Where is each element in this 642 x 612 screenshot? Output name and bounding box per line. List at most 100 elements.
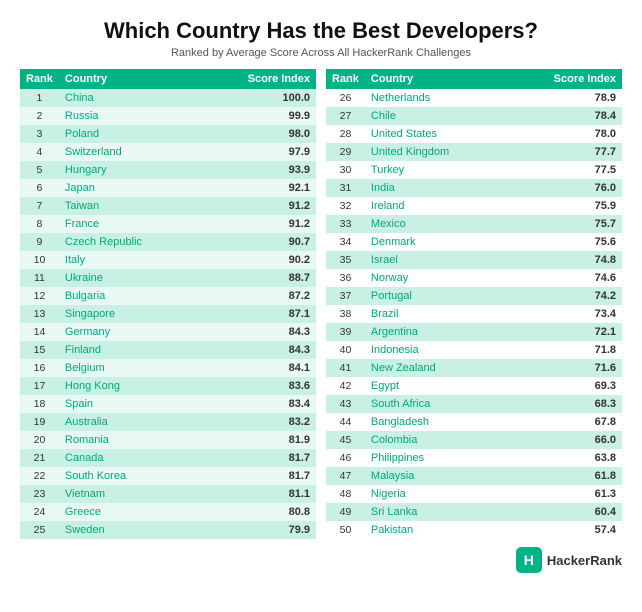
table-row: 48Nigeria61.3	[326, 485, 622, 503]
table-row: 38Brazil73.4	[326, 305, 622, 323]
rank-cell: 43	[326, 395, 365, 413]
tables-container: Rank Country Score Index 1China100.02Rus…	[20, 69, 622, 539]
rank-cell: 2	[20, 107, 59, 125]
score-cell: 74.2	[506, 287, 622, 305]
table-row: 27Chile78.4	[326, 107, 622, 125]
score-cell: 88.7	[199, 269, 316, 287]
table-row: 2Russia99.9	[20, 107, 316, 125]
country-cell: Colombia	[365, 431, 506, 449]
table-row: 31India76.0	[326, 179, 622, 197]
score-cell: 66.0	[506, 431, 622, 449]
rank-cell: 29	[326, 143, 365, 161]
score-cell: 77.7	[506, 143, 622, 161]
rank-cell: 46	[326, 449, 365, 467]
rank-cell: 18	[20, 395, 59, 413]
right-header-country: Country	[365, 69, 506, 89]
rank-cell: 3	[20, 125, 59, 143]
table-row: 10Italy90.2	[20, 251, 316, 269]
score-cell: 75.6	[506, 233, 622, 251]
score-cell: 78.4	[506, 107, 622, 125]
rank-cell: 8	[20, 215, 59, 233]
table-row: 24Greece80.8	[20, 503, 316, 521]
table-row: 1China100.0	[20, 89, 316, 107]
country-cell: South Africa	[365, 395, 506, 413]
rank-cell: 33	[326, 215, 365, 233]
rank-cell: 39	[326, 323, 365, 341]
rank-cell: 40	[326, 341, 365, 359]
score-cell: 60.4	[506, 503, 622, 521]
score-cell: 84.3	[199, 323, 316, 341]
table-row: 8France91.2	[20, 215, 316, 233]
score-cell: 100.0	[199, 89, 316, 107]
country-cell: India	[365, 179, 506, 197]
country-cell: Greece	[59, 503, 199, 521]
rank-cell: 21	[20, 449, 59, 467]
score-cell: 81.1	[199, 485, 316, 503]
score-cell: 84.3	[199, 341, 316, 359]
rank-cell: 24	[20, 503, 59, 521]
rank-cell: 14	[20, 323, 59, 341]
country-cell: Argentina	[365, 323, 506, 341]
rank-cell: 31	[326, 179, 365, 197]
rank-cell: 34	[326, 233, 365, 251]
table-row: 40Indonesia71.8	[326, 341, 622, 359]
score-cell: 75.7	[506, 215, 622, 233]
table-row: 12Bulgaria87.2	[20, 287, 316, 305]
score-cell: 61.8	[506, 467, 622, 485]
country-cell: United States	[365, 125, 506, 143]
rank-cell: 49	[326, 503, 365, 521]
score-cell: 83.6	[199, 377, 316, 395]
score-cell: 73.4	[506, 305, 622, 323]
rank-cell: 37	[326, 287, 365, 305]
score-cell: 71.8	[506, 341, 622, 359]
table-row: 44Bangladesh67.8	[326, 413, 622, 431]
score-cell: 74.8	[506, 251, 622, 269]
score-cell: 72.1	[506, 323, 622, 341]
table-row: 46Philippines63.8	[326, 449, 622, 467]
score-cell: 83.4	[199, 395, 316, 413]
table-row: 39Argentina72.1	[326, 323, 622, 341]
rank-cell: 4	[20, 143, 59, 161]
rank-cell: 13	[20, 305, 59, 323]
left-table: Rank Country Score Index 1China100.02Rus…	[20, 69, 316, 539]
rank-cell: 41	[326, 359, 365, 377]
country-cell: Indonesia	[365, 341, 506, 359]
score-cell: 77.5	[506, 161, 622, 179]
score-cell: 76.0	[506, 179, 622, 197]
country-cell: Bulgaria	[59, 287, 199, 305]
rank-cell: 27	[326, 107, 365, 125]
rank-cell: 26	[326, 89, 365, 107]
country-cell: Australia	[59, 413, 199, 431]
score-cell: 67.8	[506, 413, 622, 431]
table-row: 33Mexico75.7	[326, 215, 622, 233]
country-cell: Turkey	[365, 161, 506, 179]
score-cell: 69.3	[506, 377, 622, 395]
table-row: 43South Africa68.3	[326, 395, 622, 413]
score-cell: 98.0	[199, 125, 316, 143]
country-cell: Sri Lanka	[365, 503, 506, 521]
country-cell: Bangladesh	[365, 413, 506, 431]
rank-cell: 9	[20, 233, 59, 251]
table-row: 19Australia83.2	[20, 413, 316, 431]
table-row: 6Japan92.1	[20, 179, 316, 197]
table-row: 4Switzerland97.9	[20, 143, 316, 161]
score-cell: 68.3	[506, 395, 622, 413]
score-cell: 71.6	[506, 359, 622, 377]
rank-cell: 5	[20, 161, 59, 179]
score-cell: 81.7	[199, 467, 316, 485]
table-row: 42Egypt69.3	[326, 377, 622, 395]
country-cell: Netherlands	[365, 89, 506, 107]
country-cell: Pakistan	[365, 521, 506, 539]
country-cell: Ireland	[365, 197, 506, 215]
country-cell: Malaysia	[365, 467, 506, 485]
table-row: 11Ukraine88.7	[20, 269, 316, 287]
country-cell: Czech Republic	[59, 233, 199, 251]
score-cell: 84.1	[199, 359, 316, 377]
country-cell: Japan	[59, 179, 199, 197]
rank-cell: 20	[20, 431, 59, 449]
score-cell: 90.7	[199, 233, 316, 251]
table-row: 26Netherlands78.9	[326, 89, 622, 107]
score-cell: 74.6	[506, 269, 622, 287]
score-cell: 90.2	[199, 251, 316, 269]
rank-cell: 38	[326, 305, 365, 323]
